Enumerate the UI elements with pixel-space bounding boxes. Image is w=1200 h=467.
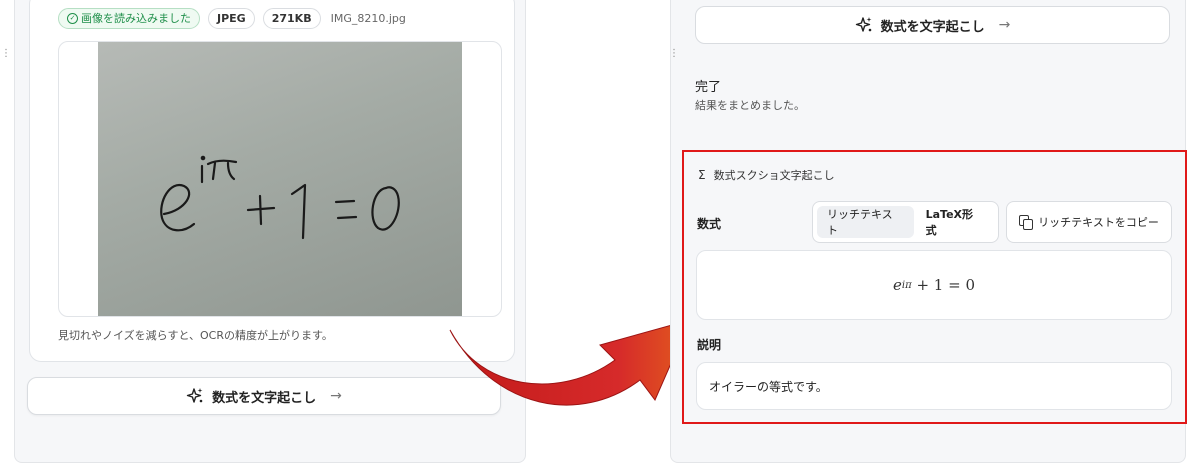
status-subtitle: 結果をまとめました。 [695, 99, 805, 112]
result-panel: Σ 数式スクショ文字起こし 数式 リッチテキスト LaTeX形式 リッチテキスト… [682, 150, 1187, 424]
arrow-right-icon: → [998, 17, 1011, 33]
file-info-row: ✓ 画像を読み込みました JPEG 271KB IMG_8210.jpg [58, 7, 406, 29]
right-panel: ⋮ 数式を文字起こし → 完了 結果をまとめました。 Σ 数式スクショ文字起こし… [669, 0, 1187, 463]
formula-label: 数式 [697, 217, 722, 231]
status-title: 完了 [695, 80, 722, 95]
format-toggle: リッチテキスト LaTeX形式 [812, 201, 999, 243]
transcribe-button-label: 数式を文字起こし [880, 19, 985, 35]
resize-handle-icon[interactable]: ⋮ [669, 49, 679, 59]
description-output: オイラーの等式です。 [696, 362, 1172, 410]
copy-icon [1019, 215, 1034, 230]
loaded-status-badge: ✓ 画像を読み込みました [58, 7, 200, 29]
copy-rich-text-button[interactable]: リッチテキストをコピー [1006, 201, 1172, 243]
loaded-status-text: 画像を読み込みました [81, 12, 191, 25]
transcribe-button[interactable]: 数式を文字起こし → [27, 377, 501, 415]
size-badge: 271KB [262, 7, 321, 29]
file-name: IMG_8210.jpg [330, 11, 406, 25]
copy-button-label: リッチテキストをコピー [1038, 216, 1159, 229]
ocr-hint-text: 見切れやノイズを減らすと、OCRの精度が上がります。 [58, 329, 333, 342]
formula-exponent: iπ [901, 279, 912, 291]
check-circle-icon: ✓ [67, 12, 78, 24]
formula-output: e iπ + 1 = 0 [696, 250, 1172, 320]
sigma-icon: Σ [698, 168, 706, 182]
arrow-right-icon: → [330, 388, 342, 404]
transcribe-button-label: 数式を文字起こし [212, 390, 317, 406]
tab-rich-text[interactable]: リッチテキスト [817, 206, 914, 238]
formula-rest: + 1 = 0 [916, 276, 975, 294]
description-label: 説明 [697, 338, 722, 352]
tab-latex[interactable]: LaTeX形式 [916, 206, 994, 238]
image-preview [58, 41, 502, 317]
transcribe-button[interactable]: 数式を文字起こし → [695, 6, 1170, 44]
curved-arrow-icon [449, 319, 691, 406]
formula-base: e [893, 276, 902, 294]
sparkle-icon [186, 388, 203, 403]
result-section-header: Σ 数式スクショ文字起こし [698, 167, 835, 183]
formula-photo [98, 42, 462, 316]
resize-handle-icon[interactable]: ⋮ [1, 49, 11, 59]
format-badge: JPEG [208, 7, 255, 29]
sparkle-icon [855, 17, 872, 32]
result-section-title: 数式スクショ文字起こし [713, 169, 835, 182]
